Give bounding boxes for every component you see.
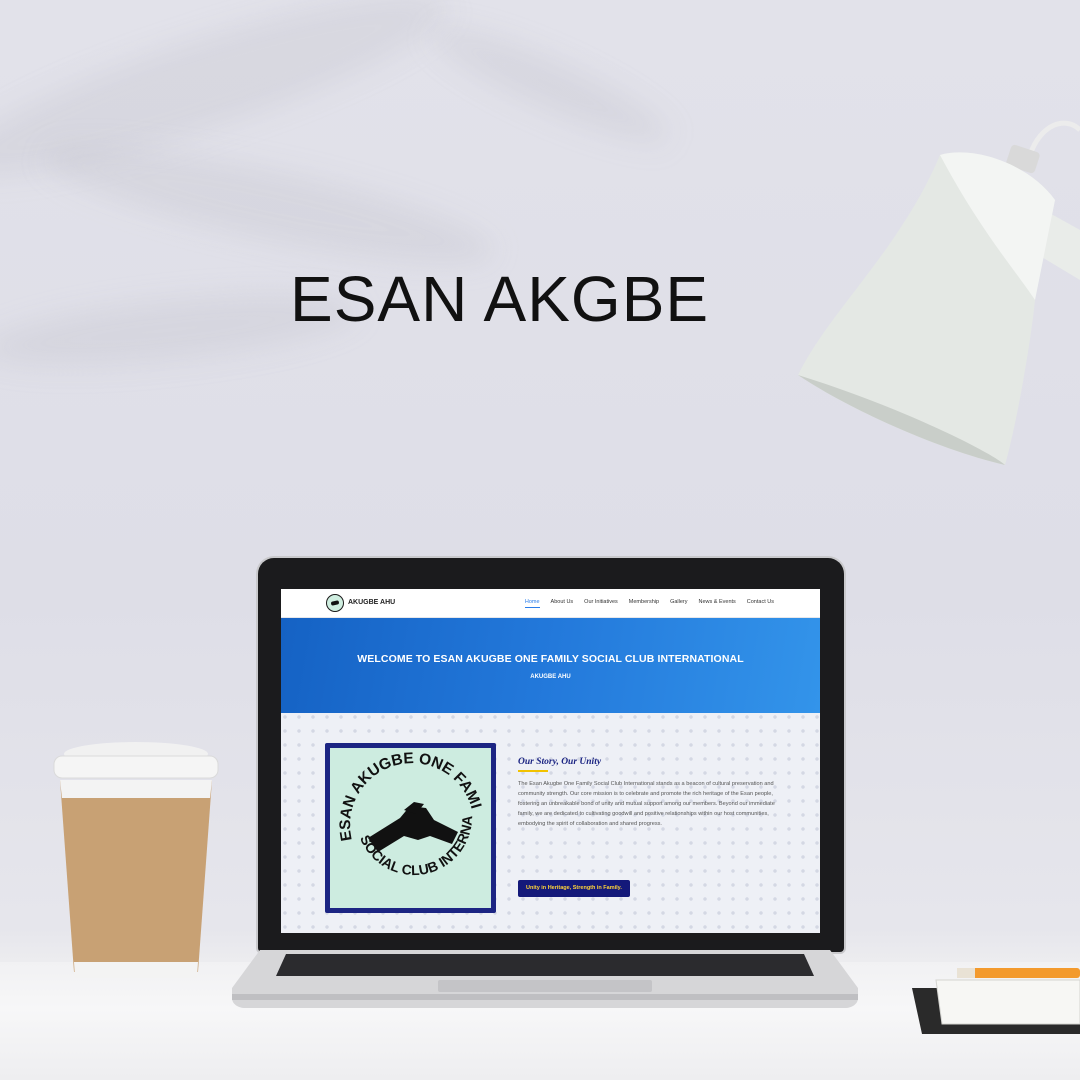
story-title: Our Story, Our Unity xyxy=(518,757,602,767)
club-logo-icon[interactable] xyxy=(326,594,344,612)
story-body: The Esan Akugbe One Family Social Club I… xyxy=(518,781,775,828)
site-brand[interactable]: AKUGBE AHU xyxy=(348,599,395,606)
nav-contact-us[interactable]: Contact Us xyxy=(747,599,774,608)
club-emblem: ESAN AKUGBE ONE FAMILY SOCIAL CLUB INTER… xyxy=(325,735,491,908)
nav-about-us[interactable]: About Us xyxy=(551,599,574,608)
coffee-cup xyxy=(53,742,219,978)
hero-banner: WELCOME TO ESAN AKUGBE ONE FAMILY SOCIAL… xyxy=(281,618,820,713)
emblem-frame: ESAN AKUGBE ONE FAMILY SOCIAL CLUB INTER… xyxy=(325,735,496,913)
nav-home[interactable]: Home xyxy=(524,599,540,608)
leaf-shadow xyxy=(421,9,679,161)
headline: ESAN AKGBE xyxy=(290,263,710,335)
notebook xyxy=(912,968,1080,1034)
motto-button[interactable]: Unity in Heritage, Strength in Family. xyxy=(518,880,630,897)
nav-our-initiatives[interactable]: Our Initiatives xyxy=(584,599,618,608)
hero-subtitle: AKUGBE AHU xyxy=(530,674,571,680)
main-menu: Home About Us Our Initiatives Membership… xyxy=(524,599,774,608)
hero-title: WELCOME TO ESAN AKUGBE ONE FAMILY SOCIAL… xyxy=(357,653,744,665)
nav-gallery[interactable]: Gallery xyxy=(670,599,687,608)
laptop-keyboard xyxy=(232,950,858,1008)
site-navbar: AKUGBE AHU Home About Us Our Initiatives… xyxy=(281,589,820,618)
nav-membership[interactable]: Membership xyxy=(629,599,659,608)
title-underline xyxy=(518,770,548,772)
website-screen: AKUGBE AHU Home About Us Our Initiatives… xyxy=(281,589,820,933)
handshake-emblem-icon: ESAN AKUGBE ONE FAMILY SOCIAL CLUB INTER… xyxy=(325,735,485,878)
nav-news-events[interactable]: News & Events xyxy=(698,599,735,608)
desk-lamp xyxy=(798,120,1080,465)
story-section: ESAN AKUGBE ONE FAMILY SOCIAL CLUB INTER… xyxy=(281,713,820,933)
